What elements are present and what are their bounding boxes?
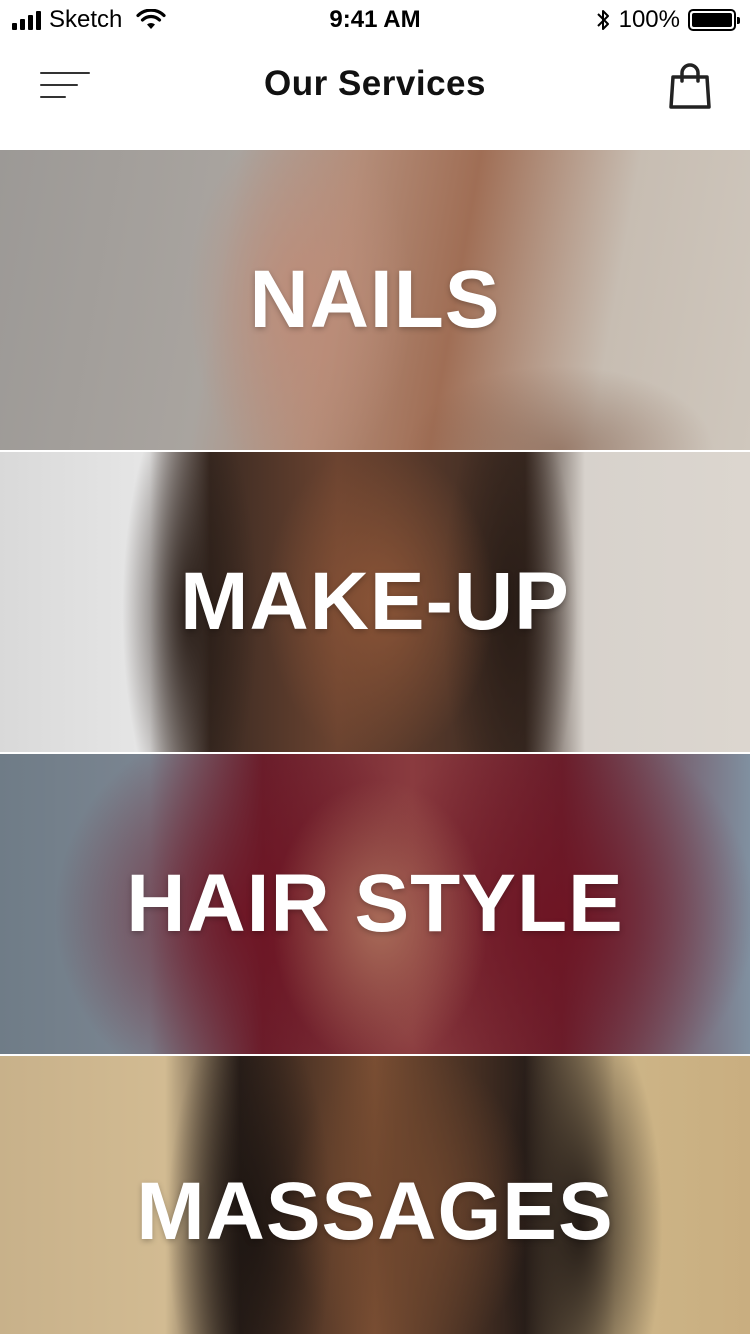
service-tile-massages[interactable]: MASSAGES — [0, 1056, 750, 1334]
service-tile-nails[interactable]: NAILS — [0, 150, 750, 450]
nav-bar: Our Services — [0, 40, 750, 150]
status-right: 100% — [595, 6, 740, 33]
service-tile-makeup[interactable]: MAKE-UP — [0, 452, 750, 752]
service-label-hair-style: HAIR STYLE — [126, 858, 624, 949]
services-screen: Sketch 9:41 AM 100% Our Services NAILS M… — [0, 0, 750, 1334]
service-label-massages: MASSAGES — [136, 1165, 614, 1257]
battery-icon — [688, 9, 740, 31]
shopping-bag-icon[interactable] — [666, 62, 714, 112]
battery-percentage: 100% — [618, 6, 680, 33]
service-label-nails: NAILS — [249, 254, 501, 345]
page-title: Our Services — [264, 64, 486, 103]
status-bar: Sketch 9:41 AM 100% — [0, 0, 750, 40]
service-label-makeup: MAKE-UP — [180, 556, 570, 647]
service-tile-hair-style[interactable]: HAIR STYLE — [0, 754, 750, 1054]
bluetooth-icon — [596, 10, 609, 30]
